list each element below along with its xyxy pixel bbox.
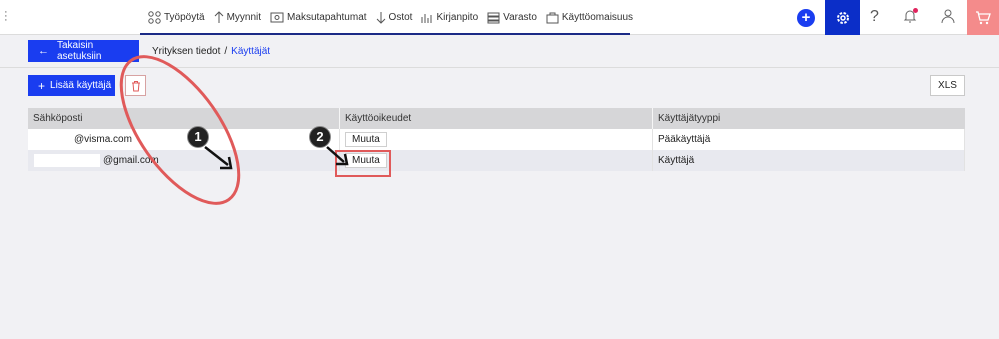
- arrow-2: [326, 146, 349, 166]
- arrow-1: [204, 146, 233, 170]
- highlight-ellipse: [119, 55, 241, 205]
- step-badge-1: 1: [187, 126, 209, 148]
- step-badge-2: 2: [309, 126, 331, 148]
- annotation-overlay: [119, 55, 349, 205]
